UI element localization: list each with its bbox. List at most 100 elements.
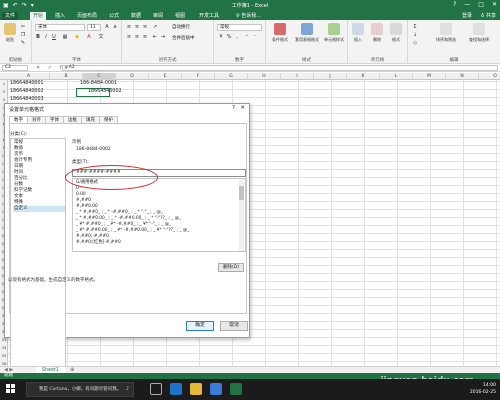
- type-item[interactable]: #,##0;[红色]-#,##0: [76, 240, 121, 246]
- task-view-icon[interactable]: [150, 383, 162, 395]
- column-header[interactable]: B: [50, 73, 83, 80]
- row-header[interactable]: 1: [0, 80, 8, 88]
- wrap-text-button[interactable]: 自动换行: [172, 24, 190, 30]
- number-format-combo[interactable]: 常规: [217, 24, 262, 31]
- column-header[interactable]: H: [248, 73, 281, 80]
- orientation-icon[interactable]: ↗: [152, 24, 158, 30]
- merge-center-button[interactable]: 合并后居中: [172, 35, 195, 41]
- tab-formulas[interactable]: 公式: [106, 12, 122, 20]
- windows-start-icon[interactable]: [6, 384, 16, 394]
- column-header[interactable]: D: [116, 73, 149, 80]
- clear-icon[interactable]: ◇: [412, 40, 418, 46]
- microphone-icon[interactable]: ♪: [126, 383, 129, 396]
- edge-icon[interactable]: [170, 383, 182, 395]
- conditional-format-button[interactable]: 条件格式: [268, 23, 292, 49]
- sort-filter-button[interactable]: 排序和筛选: [432, 23, 460, 49]
- tab-data[interactable]: 数据: [128, 12, 144, 20]
- excel-taskbar-icon[interactable]: [230, 383, 242, 395]
- paste-button[interactable]: 粘贴: [2, 23, 18, 49]
- copy-icon[interactable]: ❐: [20, 32, 26, 38]
- format-painter-icon[interactable]: ✎: [20, 40, 26, 46]
- column-header[interactable]: N: [446, 73, 479, 80]
- sign-in-link[interactable]: 登录: [462, 12, 472, 19]
- category-list[interactable]: 常规 数值 货币 会计专用 日期 时间 百分比 分数 科学记数 文本 特殊 自定…: [10, 138, 66, 371]
- cortana-search-box[interactable]: 我是 Cortana，小娜。有问题尽管问我。 ♪: [26, 382, 134, 397]
- phonetic-icon[interactable]: 文: [98, 34, 104, 40]
- column-header[interactable]: G: [215, 73, 248, 80]
- tab-view[interactable]: 视图: [172, 12, 188, 20]
- font-name-combo[interactable]: 宋体: [35, 24, 85, 31]
- share-button[interactable]: ♁ 共享: [481, 12, 496, 19]
- type-list-scrollbar[interactable]: [239, 180, 244, 251]
- find-select-button[interactable]: 查找和选择: [464, 23, 494, 49]
- decrease-decimal-icon[interactable]: ⁻: [252, 34, 258, 40]
- underline-icon[interactable]: U: [51, 34, 57, 40]
- column-header[interactable]: E: [149, 73, 182, 80]
- cell-c1[interactable]: 186-8484-0001: [80, 80, 117, 88]
- column-header[interactable]: I: [281, 73, 314, 80]
- fill-color-icon[interactable]: ◆: [74, 34, 80, 40]
- tab-home[interactable]: 开始: [30, 12, 47, 20]
- align-middle-icon[interactable]: ≡: [134, 24, 140, 30]
- column-header[interactable]: M: [413, 73, 446, 80]
- name-box[interactable]: C2: [2, 65, 28, 71]
- bold-icon[interactable]: B: [35, 34, 41, 40]
- column-header[interactable]: F: [182, 73, 215, 80]
- font-color-icon[interactable]: A: [86, 34, 92, 40]
- align-bottom-icon[interactable]: ≡: [142, 24, 148, 30]
- increase-decimal-icon[interactable]: ⁺: [244, 34, 250, 40]
- delete-cells-button[interactable]: 删除: [369, 23, 385, 49]
- align-center-icon[interactable]: ≡: [134, 34, 140, 40]
- autosum-icon[interactable]: Σ: [412, 24, 418, 30]
- align-left-icon[interactable]: ≡: [126, 34, 132, 40]
- shrink-font-icon[interactable]: a: [112, 24, 118, 30]
- tab-insert[interactable]: 插入: [52, 12, 68, 20]
- column-header[interactable]: L: [380, 73, 413, 80]
- percent-icon[interactable]: %: [226, 34, 232, 40]
- comma-icon[interactable]: ,: [234, 34, 240, 40]
- system-tray[interactable]: 14:00 2016-02-25: [470, 382, 496, 396]
- row-header[interactable]: 2: [0, 88, 8, 96]
- cancel-button[interactable]: 取消: [220, 321, 248, 331]
- tab-review[interactable]: 审阅: [150, 12, 166, 20]
- italic-icon[interactable]: I: [43, 34, 49, 40]
- tell-me-box[interactable]: ♀ 告诉我…: [236, 12, 261, 19]
- row-header[interactable]: 35: [0, 352, 8, 360]
- category-item-selected[interactable]: 自定义: [13, 206, 65, 212]
- insert-cells-button[interactable]: 插入: [350, 23, 366, 49]
- formula-input[interactable]: =A2: [62, 65, 498, 71]
- increase-indent-icon[interactable]: ⇥: [160, 34, 166, 40]
- cell-styles-button[interactable]: 单元格样式: [322, 23, 346, 49]
- store-icon[interactable]: [210, 383, 222, 395]
- column-header[interactable]: J: [314, 73, 347, 80]
- column-header[interactable]: K: [347, 73, 380, 80]
- currency-icon[interactable]: ¥: [218, 34, 224, 40]
- cut-icon[interactable]: ✂: [20, 24, 26, 30]
- column-header[interactable]: C: [83, 73, 116, 80]
- cell-a1[interactable]: 18664840001: [10, 80, 44, 88]
- ok-button[interactable]: 确定: [186, 321, 214, 331]
- border-icon[interactable]: ▦: [62, 34, 68, 40]
- format-as-table-button[interactable]: 套用表格格式: [294, 23, 320, 49]
- close-window-icon[interactable]: ✕: [492, 1, 497, 8]
- align-right-icon[interactable]: ≡: [142, 34, 148, 40]
- align-top-icon[interactable]: ≡: [126, 24, 132, 30]
- tab-file[interactable]: 文件: [2, 12, 19, 20]
- tab-page-layout[interactable]: 页面布局: [74, 12, 100, 20]
- font-size-combo[interactable]: 11: [87, 24, 101, 31]
- format-cells-button[interactable]: 格式: [388, 23, 404, 49]
- scroll-thumb[interactable]: [239, 186, 244, 200]
- maximize-icon[interactable]: □: [478, 1, 484, 8]
- delete-format-button[interactable]: 删除(D): [218, 263, 244, 272]
- column-header[interactable]: A: [8, 73, 50, 80]
- tab-developer[interactable]: 开发工具: [196, 12, 222, 20]
- row-header[interactable]: 34: [0, 344, 8, 352]
- fill-icon[interactable]: ↓: [412, 32, 418, 38]
- column-header[interactable]: O: [479, 73, 500, 80]
- file-explorer-icon[interactable]: [190, 383, 202, 395]
- minimize-icon[interactable]: —: [464, 1, 470, 8]
- grow-font-icon[interactable]: A: [104, 24, 110, 30]
- cell-a2[interactable]: 18664840002: [10, 88, 44, 96]
- help-icon[interactable]: ?: [453, 1, 456, 8]
- decrease-indent-icon[interactable]: ⇤: [152, 34, 158, 40]
